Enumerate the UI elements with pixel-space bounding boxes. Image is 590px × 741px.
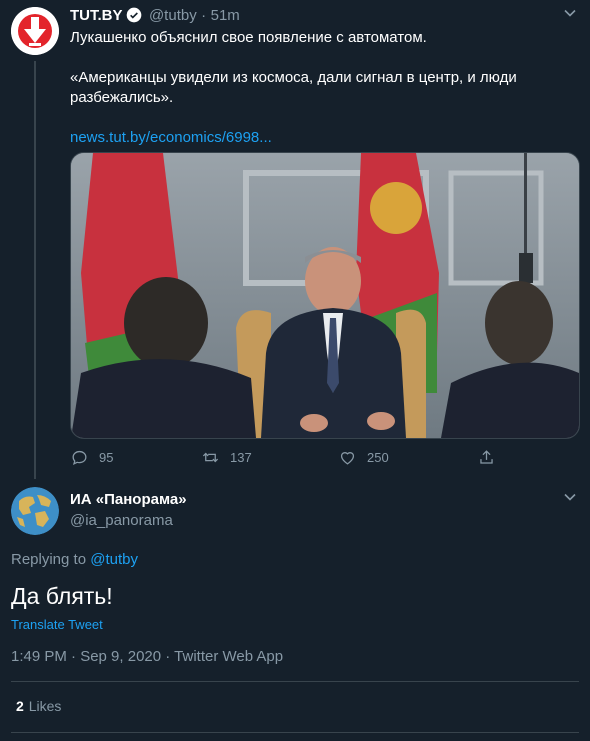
chevron-down-icon — [564, 493, 576, 501]
replying-label: Replying to — [11, 551, 87, 568]
divider — [11, 681, 579, 682]
translate-tweet-link[interactable]: Translate Tweet — [11, 617, 103, 632]
tweet-text-line: Лукашенко объяснил свое появление с авто… — [70, 29, 427, 46]
tweet-quote-line: разбежались». — [70, 89, 174, 106]
tweet-photo[interactable] — [70, 152, 580, 439]
tweet-text: Лукашенко объяснил свое появление с авто… — [70, 28, 570, 148]
photo-scene — [71, 153, 579, 438]
author-handle[interactable]: @ia_panorama — [70, 512, 173, 529]
like-count: 250 — [367, 450, 389, 465]
author-name-text: ИА «Панорама» — [70, 491, 187, 508]
tweet-header: TUT.BY @tutby · 51m — [70, 7, 240, 25]
tweet-time[interactable]: 51m — [211, 7, 240, 24]
retweet-icon — [202, 452, 219, 463]
tweet-actions: 95 137 250 — [70, 448, 500, 470]
separator-dot: · — [201, 7, 207, 24]
reply-count: 95 — [99, 450, 114, 465]
more-options-chevron[interactable] — [563, 6, 577, 23]
share-button[interactable] — [477, 448, 506, 467]
retweet-count: 137 — [230, 450, 252, 465]
likes-stat-count: 2 — [16, 698, 24, 714]
article-link[interactable]: news.tut.by/economics/6998... — [70, 128, 570, 148]
author-handle[interactable]: @tutby — [149, 7, 197, 24]
replying-to: Replying to @tutby — [11, 551, 138, 568]
tweet-timestamp[interactable]: 1:49 PM · Sep 9, 2020 · Twitter Web App — [11, 648, 283, 665]
tweet-quote-line: «Американцы увидели из космоса, дали сиг… — [70, 69, 517, 86]
tutby-avatar[interactable] — [11, 7, 59, 55]
reply-text: Да блять! — [11, 583, 113, 609]
like-icon — [340, 452, 355, 465]
chevron-down-icon — [564, 9, 576, 17]
panorama-avatar[interactable] — [11, 487, 59, 535]
like-button[interactable]: 250 — [338, 448, 389, 467]
retweet-button[interactable]: 137 — [201, 448, 252, 467]
likes-stat-label: Likes — [28, 698, 62, 714]
reply-button[interactable]: 95 — [70, 448, 113, 467]
divider — [11, 732, 579, 733]
author-name[interactable]: TUT.BY — [70, 7, 123, 24]
more-options-chevron[interactable] — [563, 490, 577, 507]
globe-avatar-icon — [11, 487, 59, 535]
reply-icon — [72, 450, 87, 465]
replying-handle-link[interactable]: @tutby — [90, 551, 138, 568]
tutby-logo-icon — [11, 7, 59, 55]
share-icon — [480, 450, 493, 464]
likes-stat[interactable]: 2 Likes — [16, 698, 61, 714]
author-name[interactable]: ИА «Панорама» — [70, 491, 187, 509]
thread-line — [34, 61, 36, 479]
verified-icon — [126, 7, 141, 23]
